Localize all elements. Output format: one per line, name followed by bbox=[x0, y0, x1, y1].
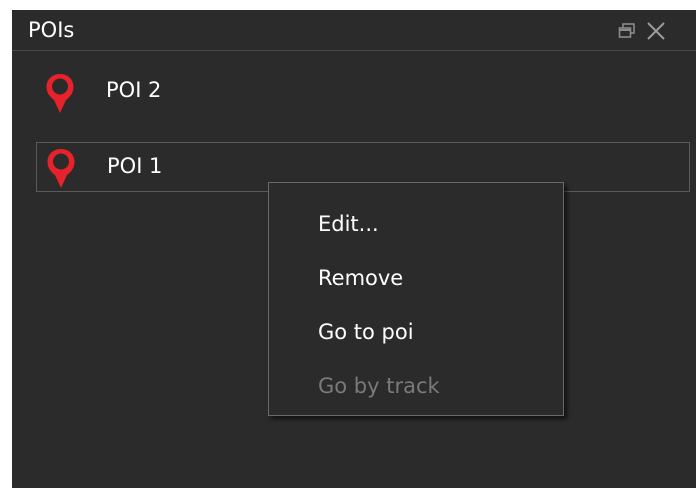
list-item-label: POI 1 bbox=[107, 154, 163, 178]
menu-item-label: Go by track bbox=[318, 374, 440, 398]
menu-item-label: Remove bbox=[318, 266, 404, 290]
menu-item-label: Go to poi bbox=[318, 320, 414, 344]
menu-item-remove[interactable]: Remove bbox=[270, 251, 562, 305]
map-pin-icon bbox=[44, 72, 76, 114]
menu-item-go-to-poi[interactable]: Go to poi bbox=[270, 305, 562, 359]
panel-titlebar: POIs bbox=[12, 10, 696, 51]
menu-item-label: Edit... bbox=[318, 212, 379, 236]
close-icon[interactable] bbox=[644, 19, 668, 43]
menu-item-go-by-track: Go by track bbox=[270, 359, 562, 413]
float-window-icon[interactable] bbox=[618, 22, 636, 40]
list-item-label: POI 2 bbox=[106, 78, 162, 102]
map-pin-icon bbox=[45, 147, 77, 189]
context-menu: Edit... Remove Go to poi Go by track bbox=[268, 182, 564, 416]
panel-title: POIs bbox=[28, 18, 75, 42]
list-item-poi-2[interactable]: POI 2 bbox=[36, 66, 690, 116]
pois-dock-panel: POIs POI 2 POI 1 Edit... Remove Go to po… bbox=[12, 10, 696, 488]
menu-item-edit[interactable]: Edit... bbox=[270, 197, 562, 251]
